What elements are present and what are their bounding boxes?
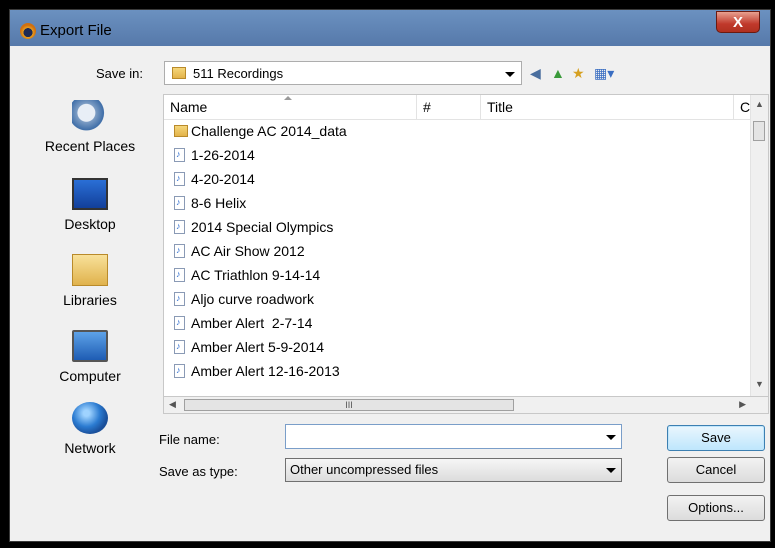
horizontal-scroll-thumb[interactable]: III [184,399,514,411]
audio-file-icon [174,143,185,165]
back-icon[interactable]: ◀ [530,66,541,80]
audio-file-icon [174,215,185,237]
column-header-label: Name [170,99,208,115]
save-as-type-dropdown[interactable]: Other uncompressed files [285,458,622,482]
audio-file-icon [174,167,185,189]
vertical-scroll-thumb[interactable] [753,121,765,141]
list-item[interactable]: 4-20-2014 [166,167,566,190]
list-item[interactable]: 2014 Special Olympics [166,215,566,238]
column-header-title[interactable]: Title [481,95,734,119]
place-label: Libraries [63,292,117,308]
desktop-icon [72,178,108,210]
network-icon [72,402,108,434]
save-in-value: 511 Recordings [193,66,284,81]
vertical-scrollbar[interactable]: ▲ ▼ [750,95,768,413]
list-item[interactable]: 8-6 Helix [166,191,566,214]
recent-places-icon [72,100,108,132]
place-label: Computer [59,368,121,384]
file-name: 1-26-2014 [191,147,255,163]
folder-icon [174,125,188,137]
file-name: 4-20-2014 [191,171,255,187]
file-name: Amber Alert 5-9-2014 [191,339,325,355]
file-name: AC Triathlon 9-14-14 [191,267,321,283]
place-recent-places[interactable]: Recent Places [22,100,158,154]
places-bar: Recent Places Desktop Libraries Computer… [22,94,158,474]
new-folder-icon[interactable]: ★ [572,66,585,80]
place-libraries[interactable]: Libraries [22,254,158,308]
list-item[interactable]: Amber Alert 12-16-2013 [166,359,566,382]
file-list[interactable]: Name # Title Co Challenge AC 2014_data 1… [163,94,769,414]
file-name: Challenge AC 2014_data [191,123,347,139]
save-as-type-value: Other uncompressed files [290,462,439,477]
save-button[interactable]: Save [667,425,765,451]
audio-file-icon [174,263,185,285]
place-label: Recent Places [44,138,136,154]
save-as-type-label: Save as type: [159,464,238,479]
options-button[interactable]: Options... [667,495,765,521]
place-computer[interactable]: Computer [22,330,158,384]
close-button[interactable]: X [716,11,760,33]
view-menu-icon[interactable]: ▦▾ [594,66,614,80]
audio-file-icon [174,287,185,309]
list-item[interactable]: AC Triathlon 9-14-14 [166,263,566,286]
scroll-up-icon[interactable]: ▲ [755,99,764,109]
file-name: 2014 Special Olympics [191,219,334,235]
horizontal-scrollbar[interactable]: ◀ III ▶ [163,396,769,414]
audio-file-icon [174,311,185,333]
place-label: Desktop [64,216,116,232]
chevron-down-icon[interactable] [606,435,616,440]
save-in-dropdown[interactable]: 511 Recordings [164,61,522,85]
save-in-label: Save in: [96,66,143,81]
list-item[interactable]: 1-26-2014 [166,143,566,166]
file-name-input[interactable] [285,424,622,449]
file-name: AC Air Show 2012 [191,243,305,259]
file-name-label: File name: [159,432,220,447]
place-label: Network [64,440,116,456]
audio-file-icon [174,191,185,213]
list-item[interactable]: Challenge AC 2014_data [166,120,566,142]
list-item[interactable]: Aljo curve roadwork [166,287,566,310]
audio-file-icon [174,335,185,357]
chevron-down-icon [606,468,616,473]
file-name: Amber Alert 2-7-14 [191,315,313,331]
export-file-dialog: Export File X Save in: 511 Recordings ◀ … [9,9,771,542]
audio-file-icon [174,359,185,381]
column-header-row: Name # Title Co [164,95,768,120]
file-name: Amber Alert 12-16-2013 [191,363,340,379]
chevron-down-icon [505,72,515,77]
scroll-right-icon[interactable]: ▶ [739,399,746,410]
list-item[interactable]: AC Air Show 2012 [166,239,566,262]
cancel-button[interactable]: Cancel [667,457,765,483]
computer-icon [72,330,108,362]
list-item[interactable]: Amber Alert 2-7-14 [166,311,566,334]
sort-ascending-icon [284,96,292,100]
place-network[interactable]: Network [22,402,158,456]
file-name: 8-6 Helix [191,195,247,211]
file-name: Aljo curve roadwork [191,291,314,307]
scroll-down-icon[interactable]: ▼ [755,379,764,389]
folder-icon [172,67,186,79]
up-folder-icon[interactable]: ▲ [551,66,565,80]
scroll-left-icon[interactable]: ◀ [169,399,176,410]
dialog-title: Export File [40,22,112,39]
title-bar[interactable]: Export File X [10,10,770,46]
audacity-app-icon [20,23,36,39]
place-desktop[interactable]: Desktop [22,178,158,232]
audio-file-icon [174,239,185,261]
libraries-icon [72,254,108,286]
column-header-number[interactable]: # [417,95,481,119]
column-header-name[interactable]: Name [164,95,417,119]
list-item[interactable]: Amber Alert 5-9-2014 [166,335,566,358]
